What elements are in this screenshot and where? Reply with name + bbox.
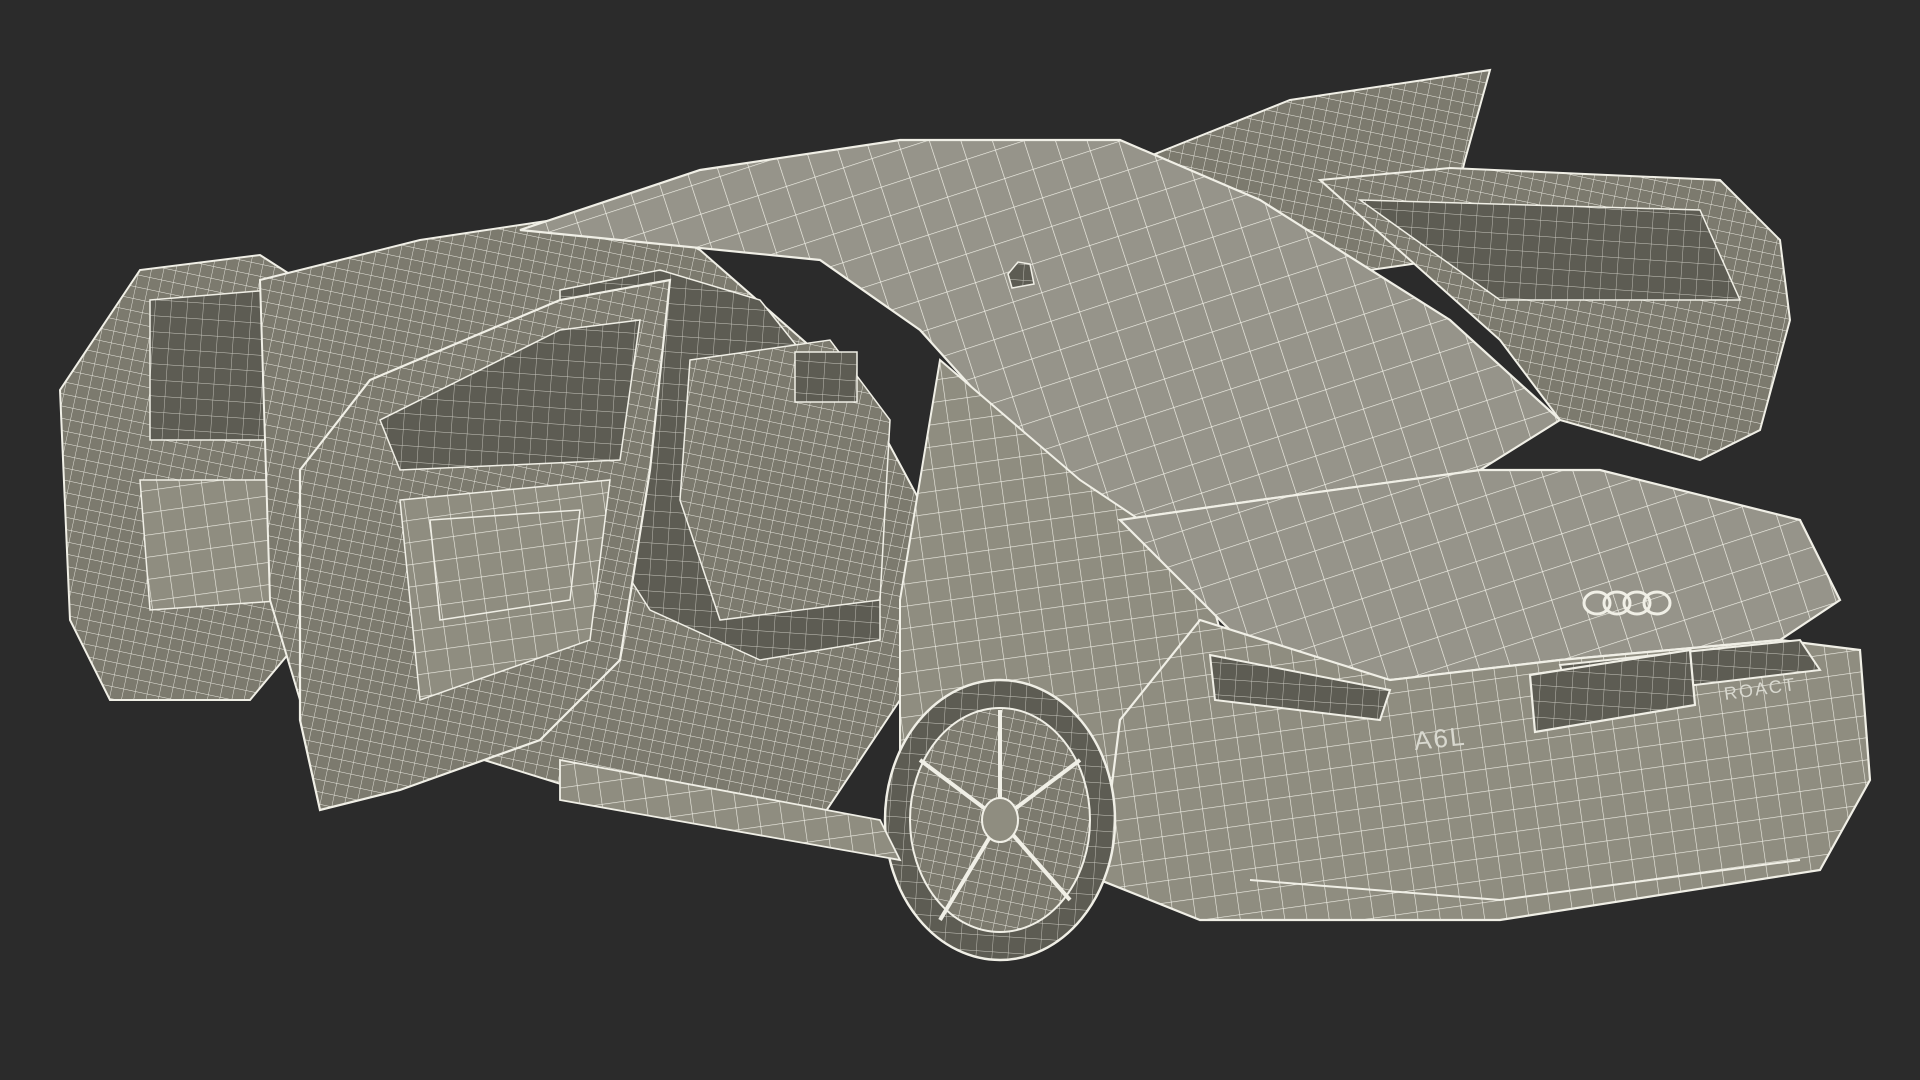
model-badge: A6L [1412,721,1467,756]
rear-wheel [883,678,1117,962]
car-wireframe-model: A6L ROACT [58,68,1872,962]
render-viewport: A6L ROACT [0,0,1920,1080]
